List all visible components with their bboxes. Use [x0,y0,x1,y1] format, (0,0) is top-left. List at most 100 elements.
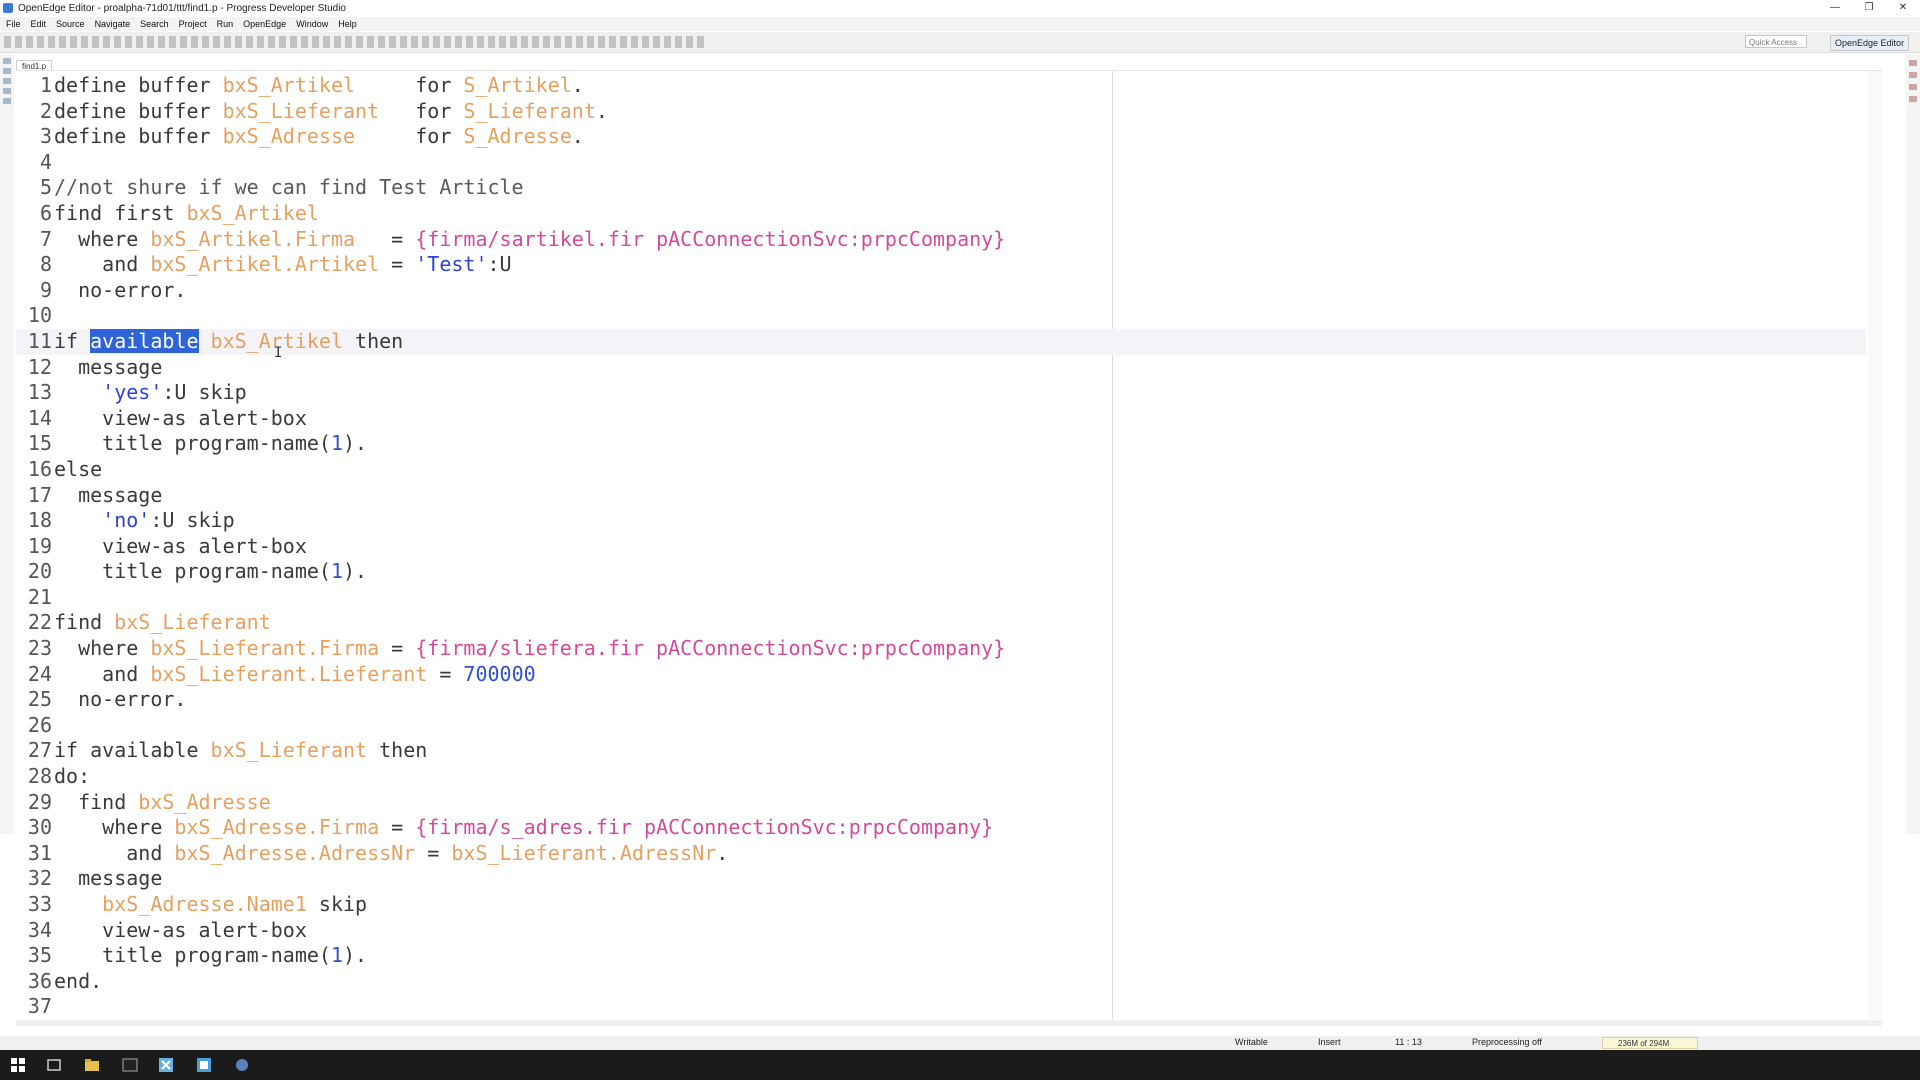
code-line[interactable]: 21 [16,585,1866,611]
excel-icon[interactable] [158,1057,174,1073]
vertical-scrollbar[interactable] [1868,71,1882,1019]
view-icon[interactable] [3,78,11,84]
editor-tab-bar: find1.p [16,56,53,72]
code-line[interactable]: 1 define buffer bxS_Artikel for S_Artikel… [16,73,1866,99]
code-token: 'yes' [102,380,163,405]
code-line[interactable]: 17 message [16,483,1866,509]
view-icon[interactable] [3,58,11,64]
code-line[interactable]: 4 [16,150,1866,176]
code-token: ). [343,943,368,968]
code-line[interactable]: 8 and bxS_Artikel.Artikel = 'Test':U [16,252,1866,278]
code-line[interactable]: 34 view-as alert-box [16,918,1866,944]
code-token: where [54,226,151,251]
code-text: and bxS_Lieferant.Lieferant = 700000 [54,662,536,686]
code-token: view-as alert-box [54,533,307,558]
menu-file[interactable]: File [6,19,21,29]
code-line[interactable]: 19 view-as alert-box [16,534,1866,560]
code-line[interactable]: 10 [16,303,1866,329]
view-icon[interactable] [1909,60,1917,66]
view-icon[interactable] [3,88,11,94]
developer-studio-icon[interactable] [196,1057,212,1073]
code-token: if available [54,738,211,763]
code-line[interactable]: 18 'no':U skip [16,508,1866,534]
code-line[interactable]: 29 find bxS_Adresse [16,790,1866,816]
code-line[interactable]: 26 [16,713,1866,739]
taskbar [0,1050,1920,1080]
line-number: 24 [27,661,52,686]
code-line[interactable]: 24 and bxS_Lieferant.Lieferant = 700000 [16,662,1866,688]
code-line[interactable]: 25 no-error. [16,687,1866,713]
code-line[interactable]: 15 title program-name(1). [16,431,1866,457]
perspective-openedge-editor[interactable]: OpenEdge Editor [1830,35,1910,51]
line-number: 18 [27,508,52,533]
line-number: 32 [27,866,52,891]
code-line[interactable]: 22 find bxS_Lieferant [16,610,1866,636]
minimize-button[interactable]: — [1818,0,1852,16]
menu-help[interactable]: Help [338,19,357,29]
app-icon [3,3,13,13]
line-number: 16 [27,456,52,481]
menu-run[interactable]: Run [217,19,234,29]
view-icon[interactable] [3,68,11,74]
code-line[interactable]: 7 where bxS_Artikel.Firma = {firma/sarti… [16,227,1866,253]
file-explorer-icon[interactable] [84,1057,100,1073]
code-text: where bxS_Adresse.Firma = {firma/s_adres… [54,815,993,839]
code-token: if [54,328,91,353]
code-line[interactable]: 32 message [16,866,1866,892]
line-number: 22 [27,610,52,635]
view-icon[interactable] [1909,72,1917,78]
code-token: bxS_Artikel.Artikel [150,252,380,277]
code-editor[interactable]: 1 define buffer bxS_Artikel for S_Artikel… [16,70,1882,1019]
line-number: 13 [27,380,52,405]
code-line[interactable]: 33 bxS_Adresse.Name1 skip [16,892,1866,918]
view-icon[interactable] [3,98,11,104]
code-token: = [379,815,416,840]
code-line[interactable]: 11 if available bxS_Artikel then [16,328,1866,355]
heap-status[interactable]: 236M of 294M [1602,1037,1698,1049]
code-line[interactable]: 30 where bxS_Adresse.Firma = {firma/s_ad… [16,815,1866,841]
toolbar-icons[interactable] [4,36,704,48]
code-line[interactable]: 6 find first bxS_Artikel [16,201,1866,227]
progress-tool-icon[interactable] [234,1057,250,1073]
restore-button[interactable]: ❐ [1852,0,1886,16]
code-line[interactable]: 35 title program-name(1). [16,943,1866,969]
code-line[interactable]: 23 where bxS_Lieferant.Firma = {firma/sl… [16,636,1866,662]
menu-project[interactable]: Project [179,19,207,29]
code-line[interactable]: 2 define buffer bxS_Lieferant for S_Liefe… [16,99,1866,125]
quick-access-input[interactable]: Quick Access [1745,35,1807,48]
code-line[interactable]: 27 if available bxS_Lieferant then [16,738,1866,764]
menu-window[interactable]: Window [296,19,328,29]
code-line[interactable]: 13 'yes':U skip [16,380,1866,406]
code-line[interactable]: 5//not shure if we can find Test Article [16,175,1866,201]
close-button[interactable]: ✕ [1886,0,1920,16]
view-icon[interactable] [1909,96,1917,102]
code-line[interactable]: 31 and bxS_Adresse.AdressNr = bxS_Liefer… [16,841,1866,867]
code-line[interactable]: 28 do: [16,764,1866,790]
windows-start-icon[interactable] [10,1057,26,1073]
menu-navigate[interactable]: Navigate [95,19,131,29]
line-number: 1 [39,73,52,97]
code-line[interactable]: 9 no-error. [16,278,1866,304]
menu-openedge[interactable]: OpenEdge [243,19,286,29]
task-view-icon[interactable] [46,1057,62,1073]
code-line[interactable]: 37 [16,994,1866,1020]
code-line[interactable]: 12 message [16,355,1866,381]
code-line[interactable]: 16 else [16,457,1866,483]
menu-source[interactable]: Source [56,19,85,29]
code-token: find [54,610,115,635]
horizontal-scrollbar[interactable] [16,1020,1882,1026]
line-number: 6 [39,200,52,225]
code-line[interactable]: 36 end. [16,969,1866,995]
code-token: bxS_Artikel [186,200,319,225]
view-icon[interactable] [1909,84,1917,90]
code-token: = [427,661,464,686]
code-line[interactable]: 20 title program-name(1). [16,559,1866,585]
code-token: for [355,73,464,97]
terminal-icon[interactable] [122,1057,138,1073]
code-line[interactable]: 14 view-as alert-box [16,406,1866,432]
code-line[interactable]: 3 define buffer bxS_Adresse for S_Adresse… [16,124,1866,150]
menu-edit[interactable]: Edit [31,19,47,29]
menu-search[interactable]: Search [140,19,169,29]
code-token: . [595,98,608,123]
